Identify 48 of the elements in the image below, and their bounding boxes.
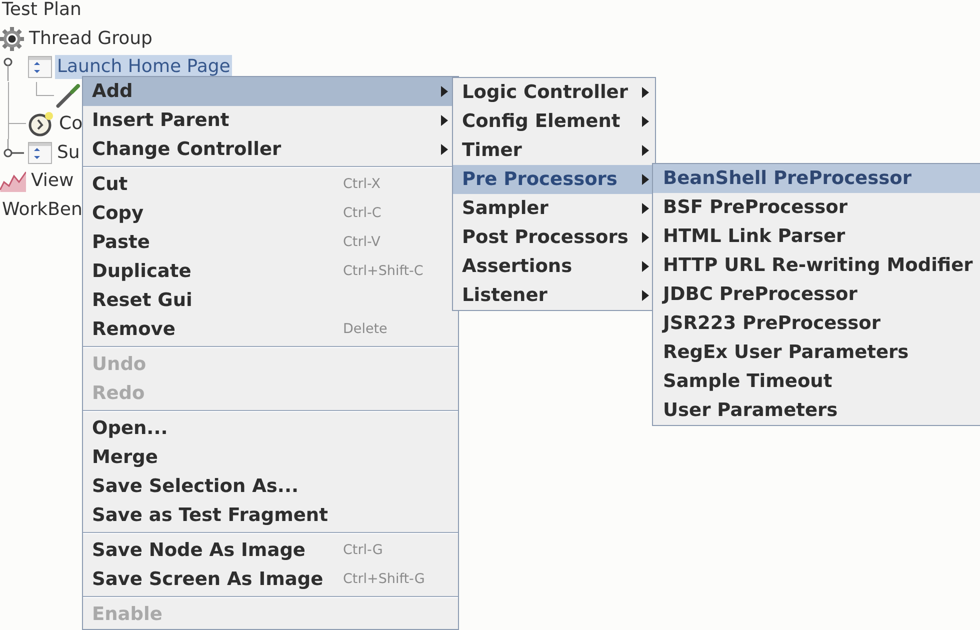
menu-item[interactable]: Assertions (453, 252, 655, 281)
dropper-icon (56, 84, 80, 108)
menu-item[interactable]: Remove Delete (83, 315, 458, 344)
menu-item[interactable]: JSR223 PreProcessor (653, 309, 980, 338)
submenu-arrow-icon (642, 261, 649, 272)
submenu-arrow-icon (642, 145, 649, 156)
menu-item[interactable]: Listener (453, 281, 655, 310)
menu-shortcut: Ctrl+Shift-G (343, 570, 425, 590)
tree-node-label[interactable]: Test Plan (0, 0, 84, 22)
submenu-arrow-icon (642, 174, 649, 185)
menu-shortcut: Ctrl+Shift-C (343, 262, 424, 282)
menu-item[interactable]: Open... (83, 414, 458, 443)
window-icon (28, 56, 52, 78)
submenu-arrow-icon (642, 203, 649, 214)
menu-shortcut: Ctrl-C (343, 204, 382, 224)
menu-item[interactable]: HTTP URL Re-writing Modifier (653, 251, 980, 280)
menu-item[interactable]: Post Processors (453, 223, 655, 252)
window-icon (28, 142, 52, 164)
menu-item[interactable]: Save Screen As Image Ctrl+Shift-G (83, 565, 458, 594)
menu-item[interactable]: RegEx User Parameters (653, 338, 980, 367)
menu-item[interactable]: JDBC PreProcessor (653, 280, 980, 309)
menu-item[interactable]: Save as Test Fragment (83, 501, 458, 530)
menu-item[interactable]: HTML Link Parser (653, 222, 980, 251)
chart-icon (0, 170, 26, 192)
menu-item[interactable]: Save Selection As... (83, 472, 458, 501)
menu-item[interactable]: User Parameters (653, 396, 980, 425)
tree-line (36, 82, 54, 96)
menu-item[interactable]: Sample Timeout (653, 367, 980, 396)
tree-node-label[interactable]: WorkBen (0, 198, 84, 222)
submenu-arrow-icon (642, 116, 649, 127)
menu-item[interactable]: Save Node As Image Ctrl-G (83, 536, 458, 565)
menu-item[interactable]: Pre Processors (453, 165, 655, 194)
menu-item[interactable]: BSF PreProcessor (653, 193, 980, 222)
tree-node-label[interactable]: View (29, 169, 76, 194)
tree-node-label[interactable]: Co (57, 112, 85, 136)
menu-item[interactable]: BeanShell PreProcessor (653, 164, 980, 193)
menu-item[interactable]: Merge (83, 443, 458, 472)
menu-shortcut: Ctrl-V (343, 233, 380, 252)
menu-item[interactable]: Sampler (453, 194, 655, 223)
tree-node-label[interactable]: Su (55, 140, 82, 165)
menu-shortcut: Delete (343, 320, 388, 340)
menu-shortcut: Ctrl-G (343, 541, 383, 560)
submenu-arrow-icon (642, 232, 649, 243)
menu-shortcut: Ctrl-X (343, 175, 380, 194)
clock-icon (28, 111, 54, 138)
submenu-arrow-icon (642, 87, 649, 98)
submenu-arrow-icon (642, 290, 649, 301)
tree-node-label[interactable]: Thread Group (27, 26, 154, 51)
